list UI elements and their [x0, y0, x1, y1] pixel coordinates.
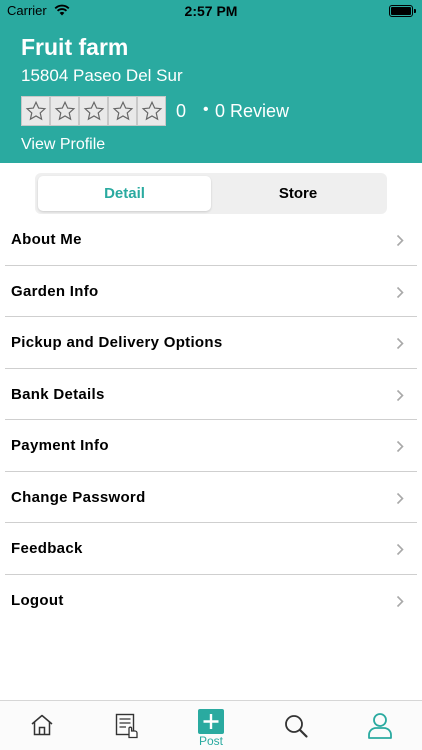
- star-icon: [108, 96, 137, 126]
- rating-separator: •: [203, 101, 209, 118]
- tab-post[interactable]: Post: [181, 701, 241, 750]
- orders-list-icon: [115, 713, 138, 739]
- add-post-icon: [198, 709, 224, 734]
- tab-detail[interactable]: Detail: [38, 176, 211, 211]
- menu-item-garden-info[interactable]: Garden Info: [0, 266, 422, 317]
- status-bar: Carrier 2:57 PM: [0, 0, 422, 22]
- menu-item-bank-details[interactable]: Bank Details: [0, 369, 422, 420]
- profile-icon: [368, 713, 392, 739]
- tab-store[interactable]: Store: [213, 176, 383, 211]
- tab-orders[interactable]: [97, 701, 157, 750]
- star-icon: [50, 96, 79, 126]
- home-icon: [31, 714, 53, 736]
- chevron-right-icon: [396, 492, 404, 504]
- star-icon: [21, 96, 50, 126]
- star-icon: [79, 96, 108, 126]
- menu-item-payment-info[interactable]: Payment Info: [0, 420, 422, 472]
- chevron-right-icon: [396, 543, 404, 556]
- chevron-right-icon: [396, 389, 404, 401]
- menu-item-about-me[interactable]: About Me: [0, 214, 422, 266]
- menu-item-logout[interactable]: Logout: [0, 575, 422, 627]
- chevron-right-icon: [396, 440, 404, 453]
- profile-header: Fruit farm 15804 Paseo Del Sur 0 • 0 Rev…: [0, 22, 422, 163]
- menu-item-label: Change Password: [11, 488, 146, 506]
- menu-item-label: Bank Details: [11, 385, 105, 403]
- star-rating: [21, 96, 166, 126]
- menu-item-label: Payment Info: [11, 437, 109, 454]
- farm-name: Fruit farm: [21, 34, 129, 60]
- settings-menu: About Me Garden Info Pickup and Delivery…: [0, 214, 422, 626]
- detail-store-segment: Detail Store: [35, 173, 387, 214]
- view-profile-link[interactable]: View Profile: [21, 136, 105, 154]
- farm-address: 15804 Paseo Del Sur: [21, 66, 183, 85]
- tab-search[interactable]: [265, 701, 325, 750]
- menu-item-label: Logout: [11, 591, 64, 609]
- menu-item-label: Pickup and Delivery Options: [11, 334, 223, 351]
- chevron-right-icon: [396, 286, 404, 298]
- review-count[interactable]: 0 Review: [215, 101, 289, 122]
- menu-item-label: About Me: [11, 231, 82, 248]
- tab-post-label: Post: [198, 734, 223, 748]
- menu-item-label: Feedback: [11, 540, 83, 557]
- chevron-right-icon: [396, 595, 404, 607]
- menu-item-change-password[interactable]: Change Password: [0, 472, 422, 523]
- star-icon: [137, 96, 166, 126]
- chevron-right-icon: [396, 337, 404, 350]
- tab-profile[interactable]: [350, 701, 410, 750]
- search-icon: [285, 715, 308, 738]
- menu-item-label: Garden Info: [11, 282, 99, 300]
- rating-value: 0: [176, 101, 187, 121]
- tab-home[interactable]: [12, 701, 72, 750]
- menu-item-pickup-delivery[interactable]: Pickup and Delivery Options: [0, 317, 422, 369]
- chevron-right-icon: [396, 234, 404, 247]
- status-time: 2:57 PM: [184, 3, 238, 19]
- bottom-tab-bar: Post: [0, 700, 422, 750]
- battery-icon: [389, 5, 416, 17]
- menu-item-feedback[interactable]: Feedback: [0, 523, 422, 575]
